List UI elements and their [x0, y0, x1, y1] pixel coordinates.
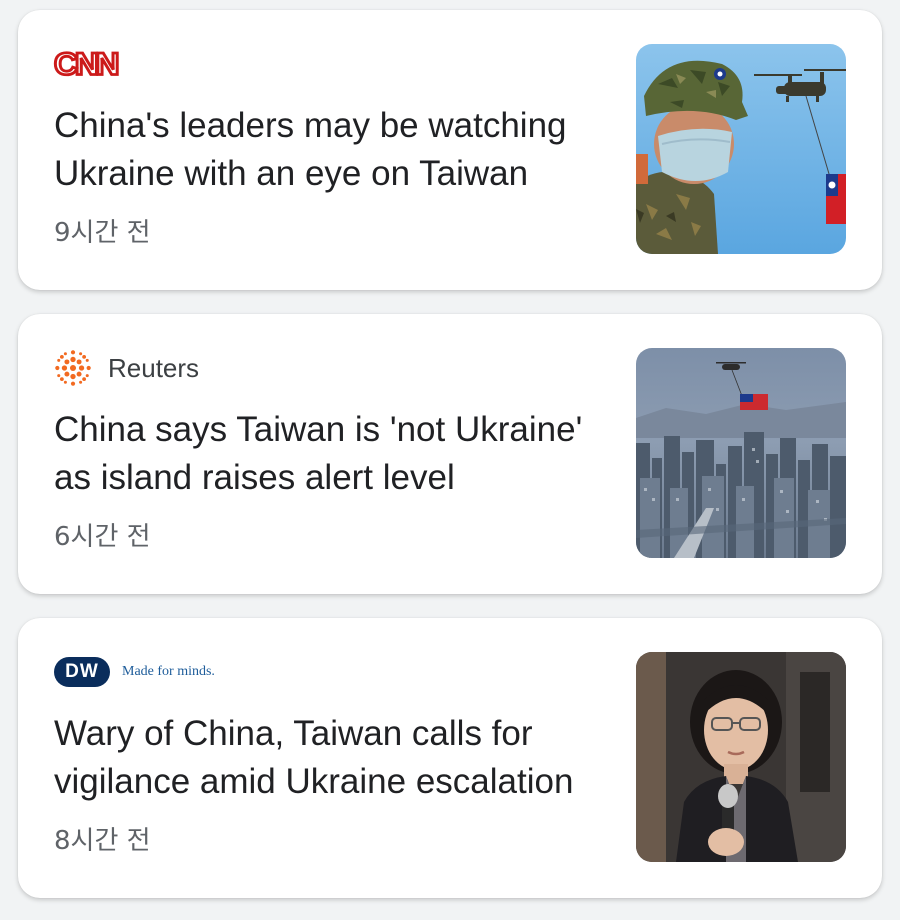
timestamp: 9시간 전 — [54, 218, 151, 248]
article-thumbnail[interactable] — [636, 348, 846, 558]
timestamp: 6시간 전 — [54, 522, 151, 552]
source-tagline: Made for minds. — [122, 664, 215, 679]
cnn-logo-icon: CNN — [53, 45, 121, 82]
source-row: CNN — [53, 45, 121, 82]
timestamp: 8시간 전 — [54, 826, 151, 856]
speaker-portrait-image — [636, 652, 846, 862]
source-name: Reuters — [108, 352, 200, 383]
news-card[interactable]: CNN China's leaders may be watching Ukra… — [18, 10, 882, 290]
reuters-logo-icon — [55, 350, 91, 386]
source-row: DW Made for minds. — [54, 654, 215, 690]
source-row: Reuters — [54, 350, 199, 386]
headline[interactable]: China says Taiwan is 'not Ukraine' as is… — [54, 406, 614, 502]
headline[interactable]: Wary of China, Taiwan calls for vigilanc… — [54, 710, 614, 806]
news-feed: CNN China's leaders may be watching Ukra… — [0, 0, 900, 920]
city-skyline-image — [636, 348, 846, 558]
dw-logo-icon: DW — [54, 657, 110, 687]
article-thumbnail[interactable] — [636, 44, 846, 254]
soldier-helicopter-image — [636, 44, 846, 254]
article-thumbnail[interactable] — [636, 652, 846, 862]
headline[interactable]: China's leaders may be watching Ukraine … — [54, 102, 614, 198]
news-card[interactable]: DW Made for minds. Wary of China, Taiwan… — [18, 618, 882, 898]
news-card[interactable]: Reuters China says Taiwan is 'not Ukrain… — [18, 314, 882, 594]
